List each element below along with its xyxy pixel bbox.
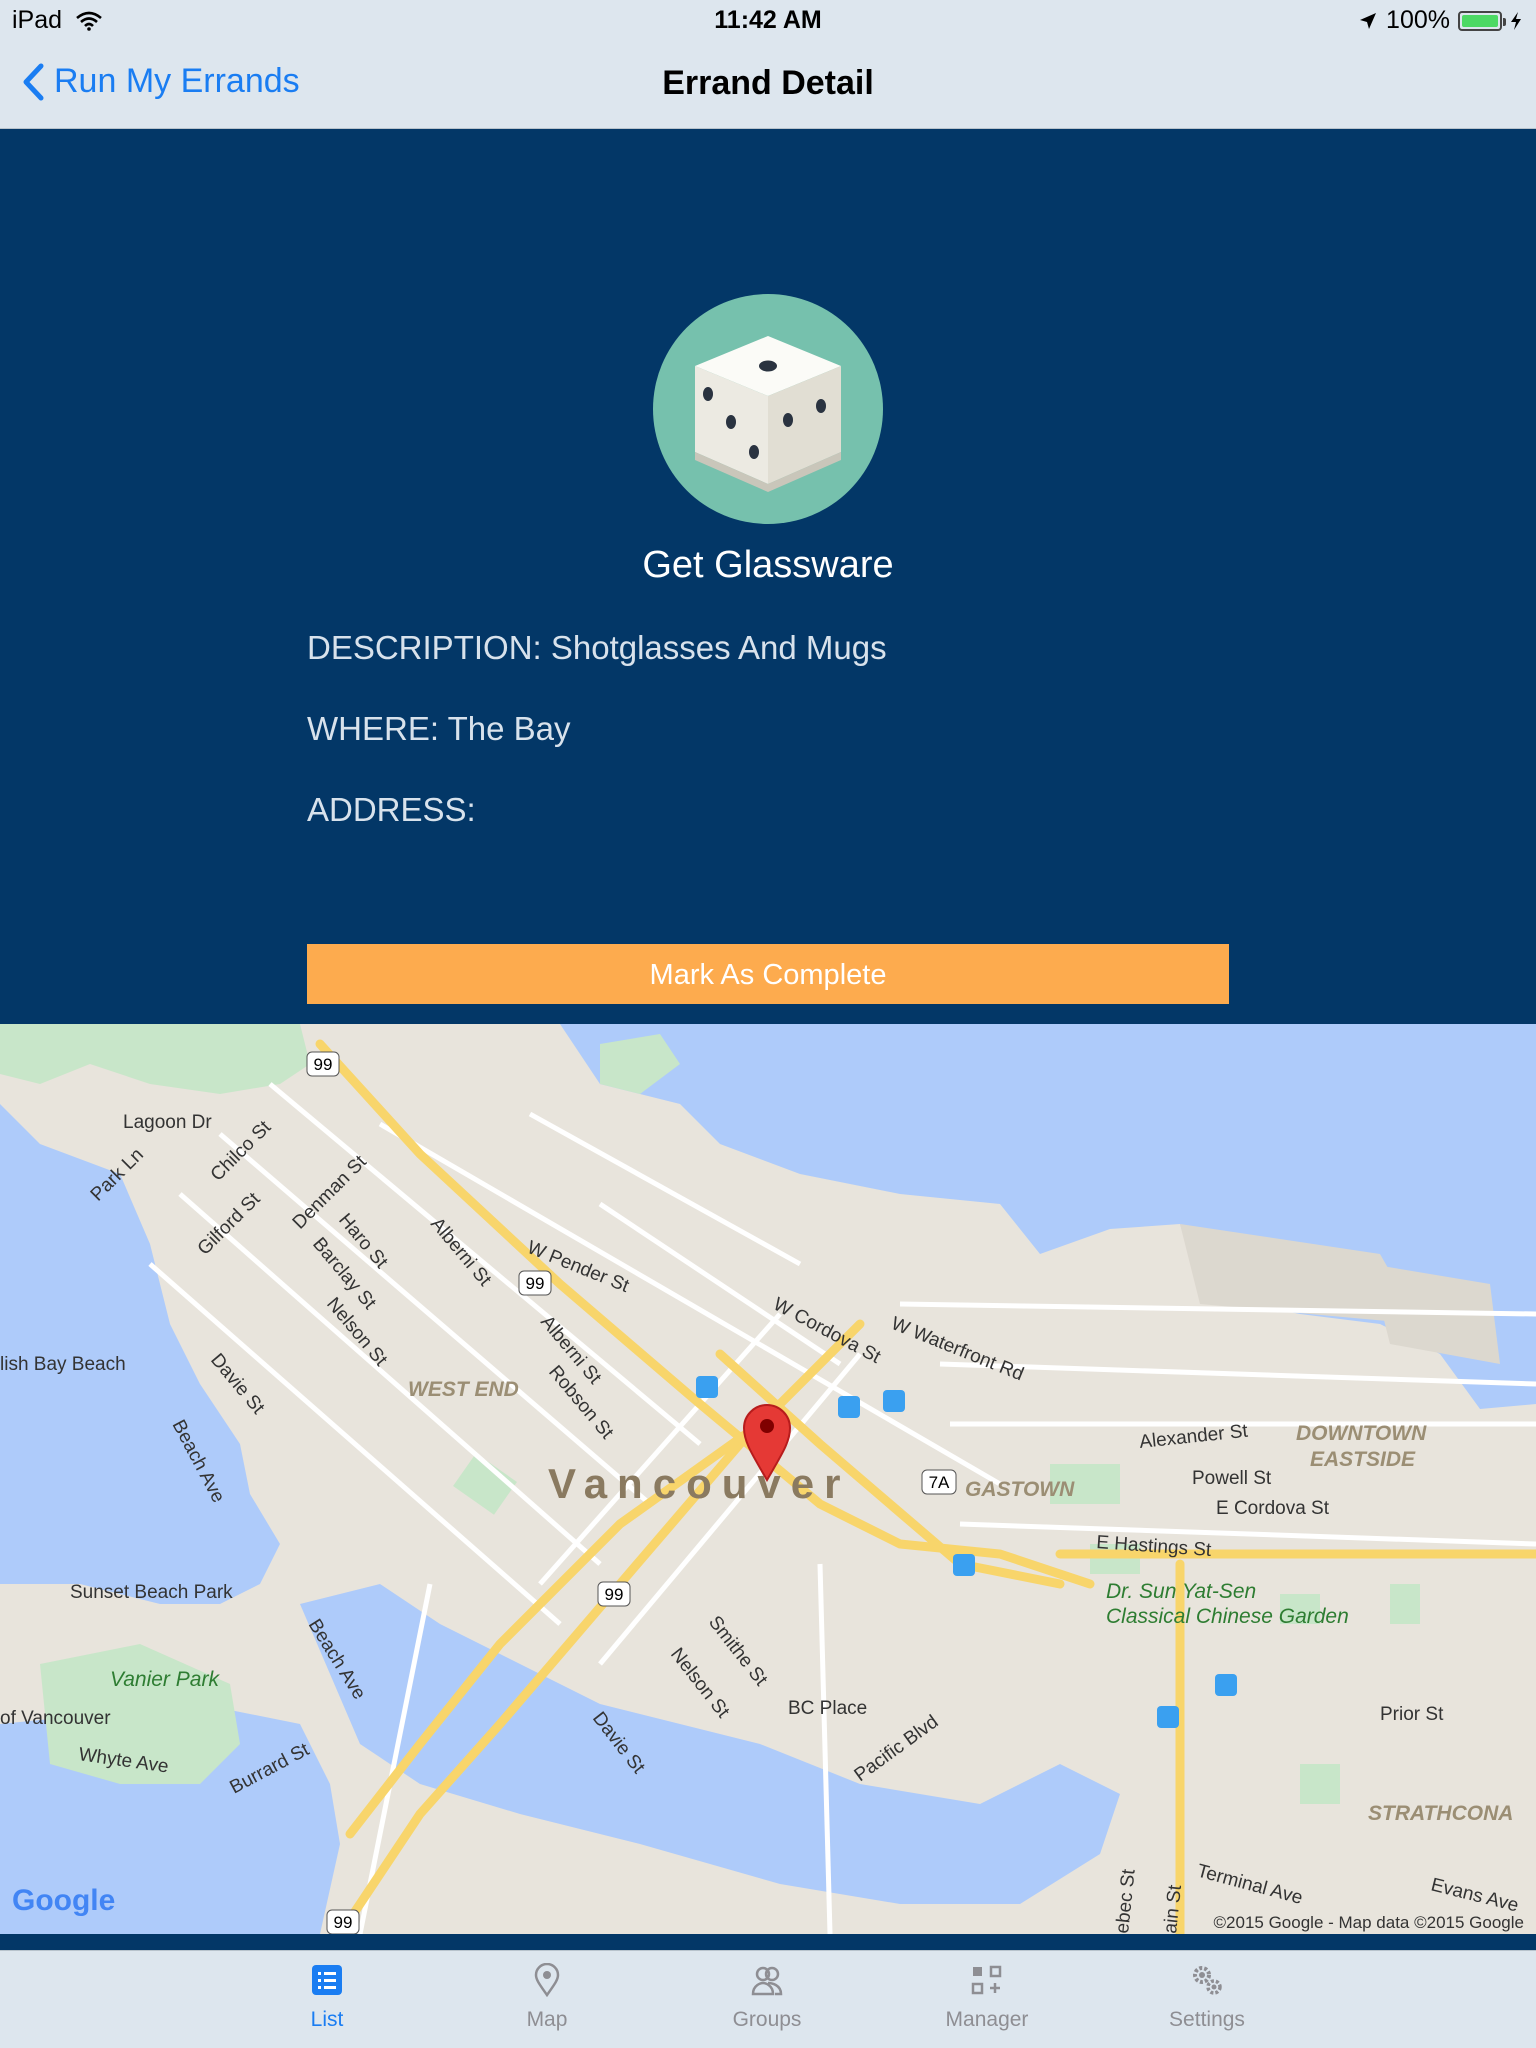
mark-complete-button[interactable]: Mark As Complete [307, 944, 1229, 1004]
map-label: of Vancouver [0, 1708, 111, 1729]
route-7a-shield: 7A [929, 1473, 950, 1492]
list-icon [312, 1965, 342, 1995]
where-field: WHERE: The Bay [307, 710, 571, 747]
status-bar: iPad 11:42 AM 100% [0, 0, 1536, 42]
status-time: 11:42 AM [714, 6, 822, 34]
charging-bolt-icon [1511, 11, 1521, 30]
map-label: Sunset Beach Park [70, 1582, 233, 1603]
manager-icon [971, 1965, 1002, 1995]
map-city-label: Vancouver [548, 1460, 850, 1507]
tab-label: Map [526, 2008, 568, 2031]
tab-groups[interactable]: Groups [687, 1963, 847, 2032]
map-label: DOWNTOWN [1296, 1422, 1427, 1445]
page-title: Errand Detail [662, 64, 874, 102]
route-99-shield: 99 [526, 1274, 545, 1293]
map-label: EASTSIDE [1310, 1448, 1416, 1471]
battery-percent: 100% [1386, 6, 1450, 34]
description-field: DESCRIPTION: Shotglasses And Mugs [307, 629, 887, 666]
map-label: Lagoon Dr [123, 1112, 212, 1133]
map-label: BC Place [788, 1698, 867, 1719]
errand-detail-panel: Get Glassware DESCRIPTION: Shotglasses A… [0, 129, 1536, 1024]
route-99-shield: 99 [314, 1055, 333, 1074]
tab-bar: List Map Groups Manager Settings [0, 1950, 1536, 2048]
map-label: STRATHCONA [1368, 1802, 1513, 1825]
map-label: WEST END [408, 1378, 519, 1401]
map-canvas: 99 99 99 99 7A Lagoon Dr Park Ln Chilco … [0, 1024, 1536, 1934]
tab-list[interactable]: List [247, 1963, 407, 2032]
location-arrow-icon [1360, 12, 1377, 29]
map-label: Vanier Park [110, 1668, 220, 1691]
errand-title: Get Glassware [642, 544, 894, 586]
pin-icon [534, 1962, 560, 1998]
groups-icon [751, 1966, 783, 1996]
route-99-shield: 99 [605, 1585, 624, 1604]
gear-icon [1193, 1966, 1222, 1995]
map-view[interactable]: 99 99 99 99 7A Lagoon Dr Park Ln Chilco … [0, 1024, 1536, 1934]
google-logo: Google [12, 1884, 115, 1917]
navigation-bar: Run My Errands Errand Detail [0, 42, 1536, 129]
address-field: ADDRESS: [307, 791, 476, 828]
map-bottom-strip [0, 1934, 1536, 1950]
map-label: Classical Chinese Garden [1106, 1605, 1349, 1628]
map-label: Dr. Sun Yat-Sen [1106, 1580, 1256, 1603]
map-label: E Cordova St [1216, 1498, 1330, 1519]
status-right: 100% [1358, 6, 1522, 35]
route-99-shield: 99 [334, 1913, 353, 1932]
battery-icon [1458, 10, 1506, 31]
map-attribution: ©2015 Google - Map data ©2015 Google [1214, 1913, 1524, 1932]
map-label: GASTOWN [965, 1478, 1075, 1501]
tab-label: Settings [1169, 2008, 1245, 2031]
tab-label: List [310, 2008, 344, 2031]
tab-settings[interactable]: Settings [1127, 1963, 1287, 2032]
tab-label: Manager [945, 2008, 1029, 2031]
tab-label: Groups [732, 2008, 802, 2031]
tab-manager[interactable]: Manager [907, 1963, 1067, 2032]
map-label: Prior St [1380, 1704, 1444, 1725]
dice-icon [653, 294, 883, 524]
tab-map[interactable]: Map [467, 1962, 627, 2032]
map-label: Powell St [1192, 1468, 1272, 1489]
map-label: lish Bay Beach [0, 1354, 126, 1375]
